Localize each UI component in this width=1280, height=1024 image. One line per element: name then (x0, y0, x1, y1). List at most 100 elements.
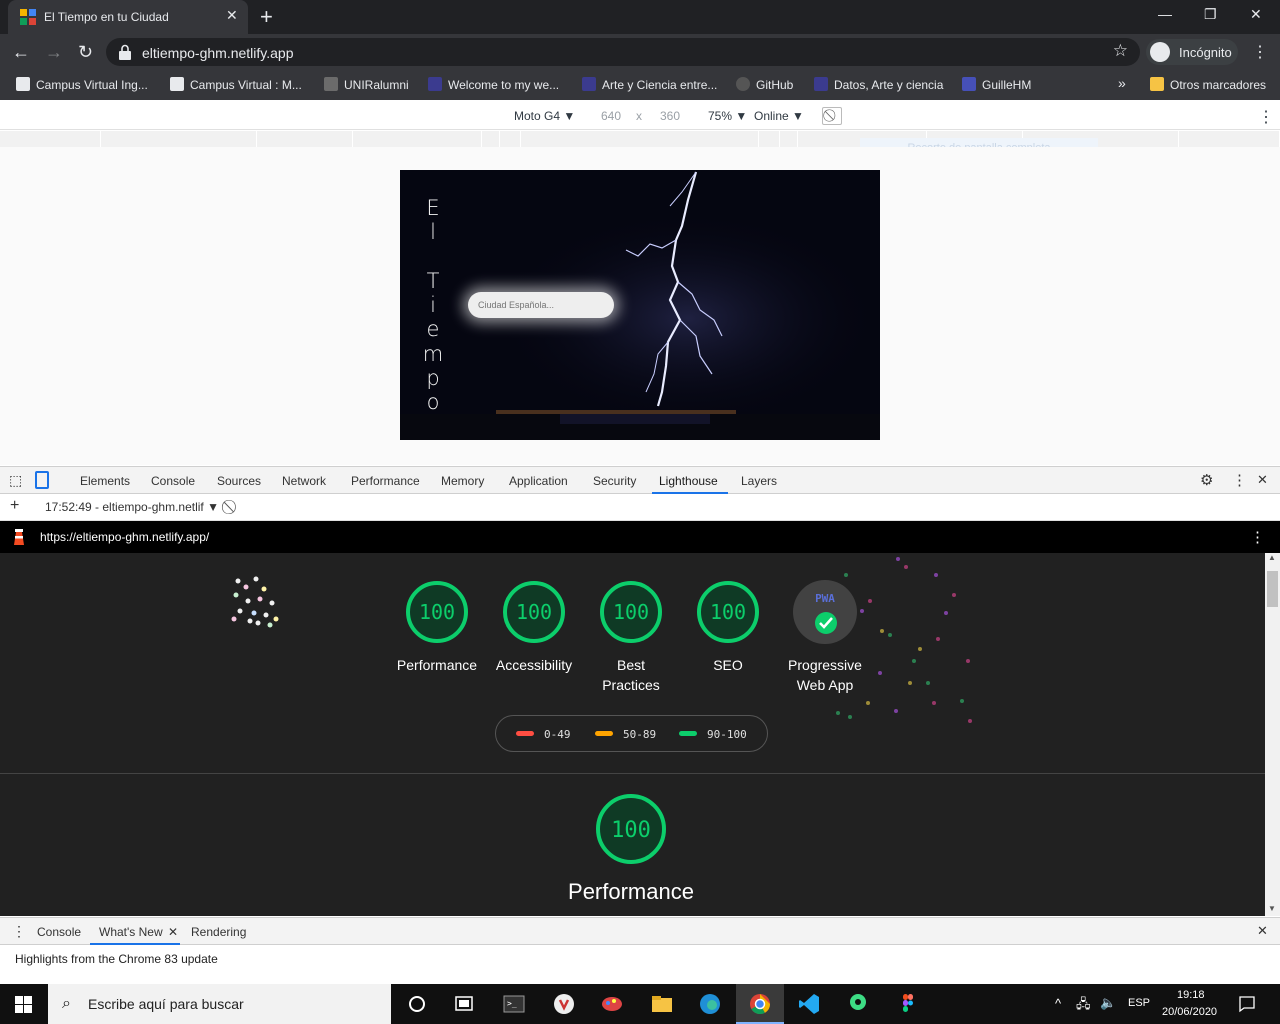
viewport-width-input[interactable]: 640 (601, 109, 621, 123)
tab-elements[interactable]: Elements (80, 474, 130, 488)
address-bar[interactable]: eltiempo-ghm.netlify.app ☆ (106, 38, 1140, 66)
chrome-taskbar-button[interactable] (736, 984, 784, 1024)
restore-icon[interactable]: ❐ (1204, 6, 1217, 23)
rotate-block-icon[interactable]: ⃠ (822, 107, 842, 125)
device-toggle-icon[interactable] (35, 471, 49, 489)
network-icon[interactable]: 🖧 (1076, 995, 1091, 1017)
browser-tab[interactable]: El Tiempo en tu Ciudad ✕ (8, 0, 248, 34)
cortana-icon[interactable] (405, 992, 429, 1016)
best-practices-label-line1: Best (616, 657, 645, 673)
ruler-segment[interactable] (500, 131, 521, 147)
file-explorer-icon[interactable] (650, 992, 674, 1016)
back-icon[interactable]: ← (12, 42, 30, 63)
reload-icon[interactable]: ↻ (78, 42, 93, 63)
drawer-tab-rendering[interactable]: Rendering (191, 925, 246, 939)
tab-close-icon[interactable]: ✕ (226, 7, 238, 24)
devtools-menu-icon[interactable]: ⋮ (1232, 471, 1247, 489)
report-scrollbar[interactable]: ▲ ▼ (1265, 553, 1280, 916)
bookmark-item[interactable]: Arte y Ciencia entre... (582, 77, 717, 92)
city-search-input[interactable] (468, 292, 614, 318)
volume-icon[interactable]: 🔈 (1100, 995, 1116, 1011)
bookmark-item[interactable]: GuilleHM (962, 77, 1031, 92)
vscode-icon[interactable] (797, 992, 821, 1016)
tab-console[interactable]: Console (151, 474, 195, 488)
task-view-icon[interactable] (452, 992, 476, 1016)
bookmarks-bar: Campus Virtual Ing... Campus Virtual : M… (0, 70, 1280, 100)
other-bookmarks[interactable]: Otros marcadores (1150, 77, 1266, 92)
bookmark-item[interactable]: UNIRalumni (324, 77, 409, 92)
windows-start-icon[interactable] (15, 996, 32, 1013)
language-indicator[interactable]: ESP (1128, 997, 1150, 1009)
drawer-close-icon[interactable]: ✕ (1257, 923, 1268, 939)
taskbar-search-box[interactable]: ⌕ Escribe aquí para buscar (48, 984, 391, 1024)
bookmark-label: Campus Virtual Ing... (36, 78, 148, 92)
new-tab-icon[interactable]: + (260, 4, 273, 30)
bookmark-item[interactable]: Campus Virtual : M... (170, 77, 302, 92)
legend-average: 50-89 (595, 728, 656, 741)
report-url[interactable]: https://eltiempo-ghm.netlify.app/ (40, 530, 209, 544)
tab-lighthouse[interactable]: Lighthouse (659, 474, 718, 488)
device-toolbar-menu-icon[interactable]: ⋮ (1258, 107, 1274, 127)
terminal-icon[interactable]: >_ (502, 992, 526, 1016)
forward-icon[interactable]: → (45, 42, 63, 63)
tab-security[interactable]: Security (593, 474, 636, 488)
window-close-icon[interactable]: ✕ (1250, 6, 1262, 23)
figma-icon[interactable] (896, 992, 920, 1016)
ruler-segment[interactable] (1179, 131, 1280, 147)
ruler-segment[interactable] (780, 131, 798, 147)
tab-memory[interactable]: Memory (441, 474, 484, 488)
tab-layers[interactable]: Layers (741, 474, 777, 488)
tab-network[interactable]: Network (282, 474, 326, 488)
network-throttle-select[interactable]: Online ▼ (754, 109, 804, 123)
report-select-value: 17:52:49 - eltiempo-ghm.netlif (45, 500, 204, 514)
clock-date[interactable]: 20/06/2020 (1162, 1006, 1217, 1018)
drawer-tab-whats-new[interactable]: What's New (99, 925, 163, 939)
ruler-segment[interactable] (521, 131, 759, 147)
edge-icon[interactable] (698, 992, 722, 1016)
bookmark-item[interactable]: Datos, Arte y ciencia (814, 77, 943, 92)
scroll-up-icon[interactable]: ▲ (1268, 553, 1276, 562)
vivaldi-icon[interactable] (552, 992, 576, 1016)
viewport-height-input[interactable]: 360 (660, 109, 680, 123)
pwa-label-line1: Progressive (788, 657, 862, 673)
settings-gear-icon[interactable]: ⚙ (1200, 471, 1213, 489)
pwa-label: Progressive Web App (775, 655, 875, 695)
maps-pin-icon[interactable] (846, 992, 870, 1016)
tab-application[interactable]: Application (509, 474, 568, 488)
scroll-down-icon[interactable]: ▼ (1268, 904, 1276, 913)
report-select[interactable]: 17:52:49 - eltiempo-ghm.netlif ▼ (45, 500, 219, 514)
ruler-segment[interactable] (353, 131, 482, 147)
devtools-close-icon[interactable]: ✕ (1257, 472, 1268, 488)
bookmark-item[interactable]: Welcome to my we... (428, 77, 559, 92)
ruler-segment[interactable] (257, 131, 353, 147)
scrollbar-thumb[interactable] (1267, 571, 1278, 607)
new-report-plus-icon[interactable]: + (10, 497, 19, 515)
bookmark-star-icon[interactable]: ☆ (1113, 41, 1128, 61)
device-select[interactable]: Moto G4 ▼ (514, 109, 575, 123)
drawer-tab-console[interactable]: Console (37, 925, 81, 939)
drawer-tab-close-icon[interactable]: ✕ (168, 925, 178, 939)
action-center-icon[interactable] (1238, 995, 1256, 1013)
title-letter: m (422, 341, 444, 366)
inspect-element-icon[interactable]: ⬚ (9, 472, 22, 489)
incognito-badge[interactable]: Incógnito (1146, 39, 1238, 65)
report-menu-icon[interactable]: ⋮ (1250, 528, 1265, 546)
bookmark-item[interactable]: Campus Virtual Ing... (16, 77, 148, 92)
clock-time[interactable]: 19:18 (1177, 989, 1205, 1001)
browser-menu-icon[interactable]: ⋮ (1252, 42, 1268, 62)
title-letter: E (426, 196, 440, 220)
zoom-select[interactable]: 75% ▼ (708, 109, 747, 123)
tray-overflow-icon[interactable]: ^ (1055, 996, 1061, 1011)
tab-sources[interactable]: Sources (217, 474, 261, 488)
ruler-segment[interactable] (482, 131, 500, 147)
drawer-menu-icon[interactable]: ⋮ (12, 923, 26, 940)
bookmark-item[interactable]: GitHub (736, 77, 793, 92)
minimize-icon[interactable]: — (1158, 6, 1172, 22)
ruler-segment[interactable] (759, 131, 780, 147)
paint-icon[interactable] (600, 992, 624, 1016)
more-bookmarks-icon[interactable]: » (1118, 75, 1126, 91)
ruler-segment[interactable] (101, 131, 257, 147)
score-scale-legend: 0-49 50-89 90-100 (495, 715, 768, 752)
tab-performance[interactable]: Performance (351, 474, 420, 488)
ruler-segment[interactable] (0, 131, 101, 147)
